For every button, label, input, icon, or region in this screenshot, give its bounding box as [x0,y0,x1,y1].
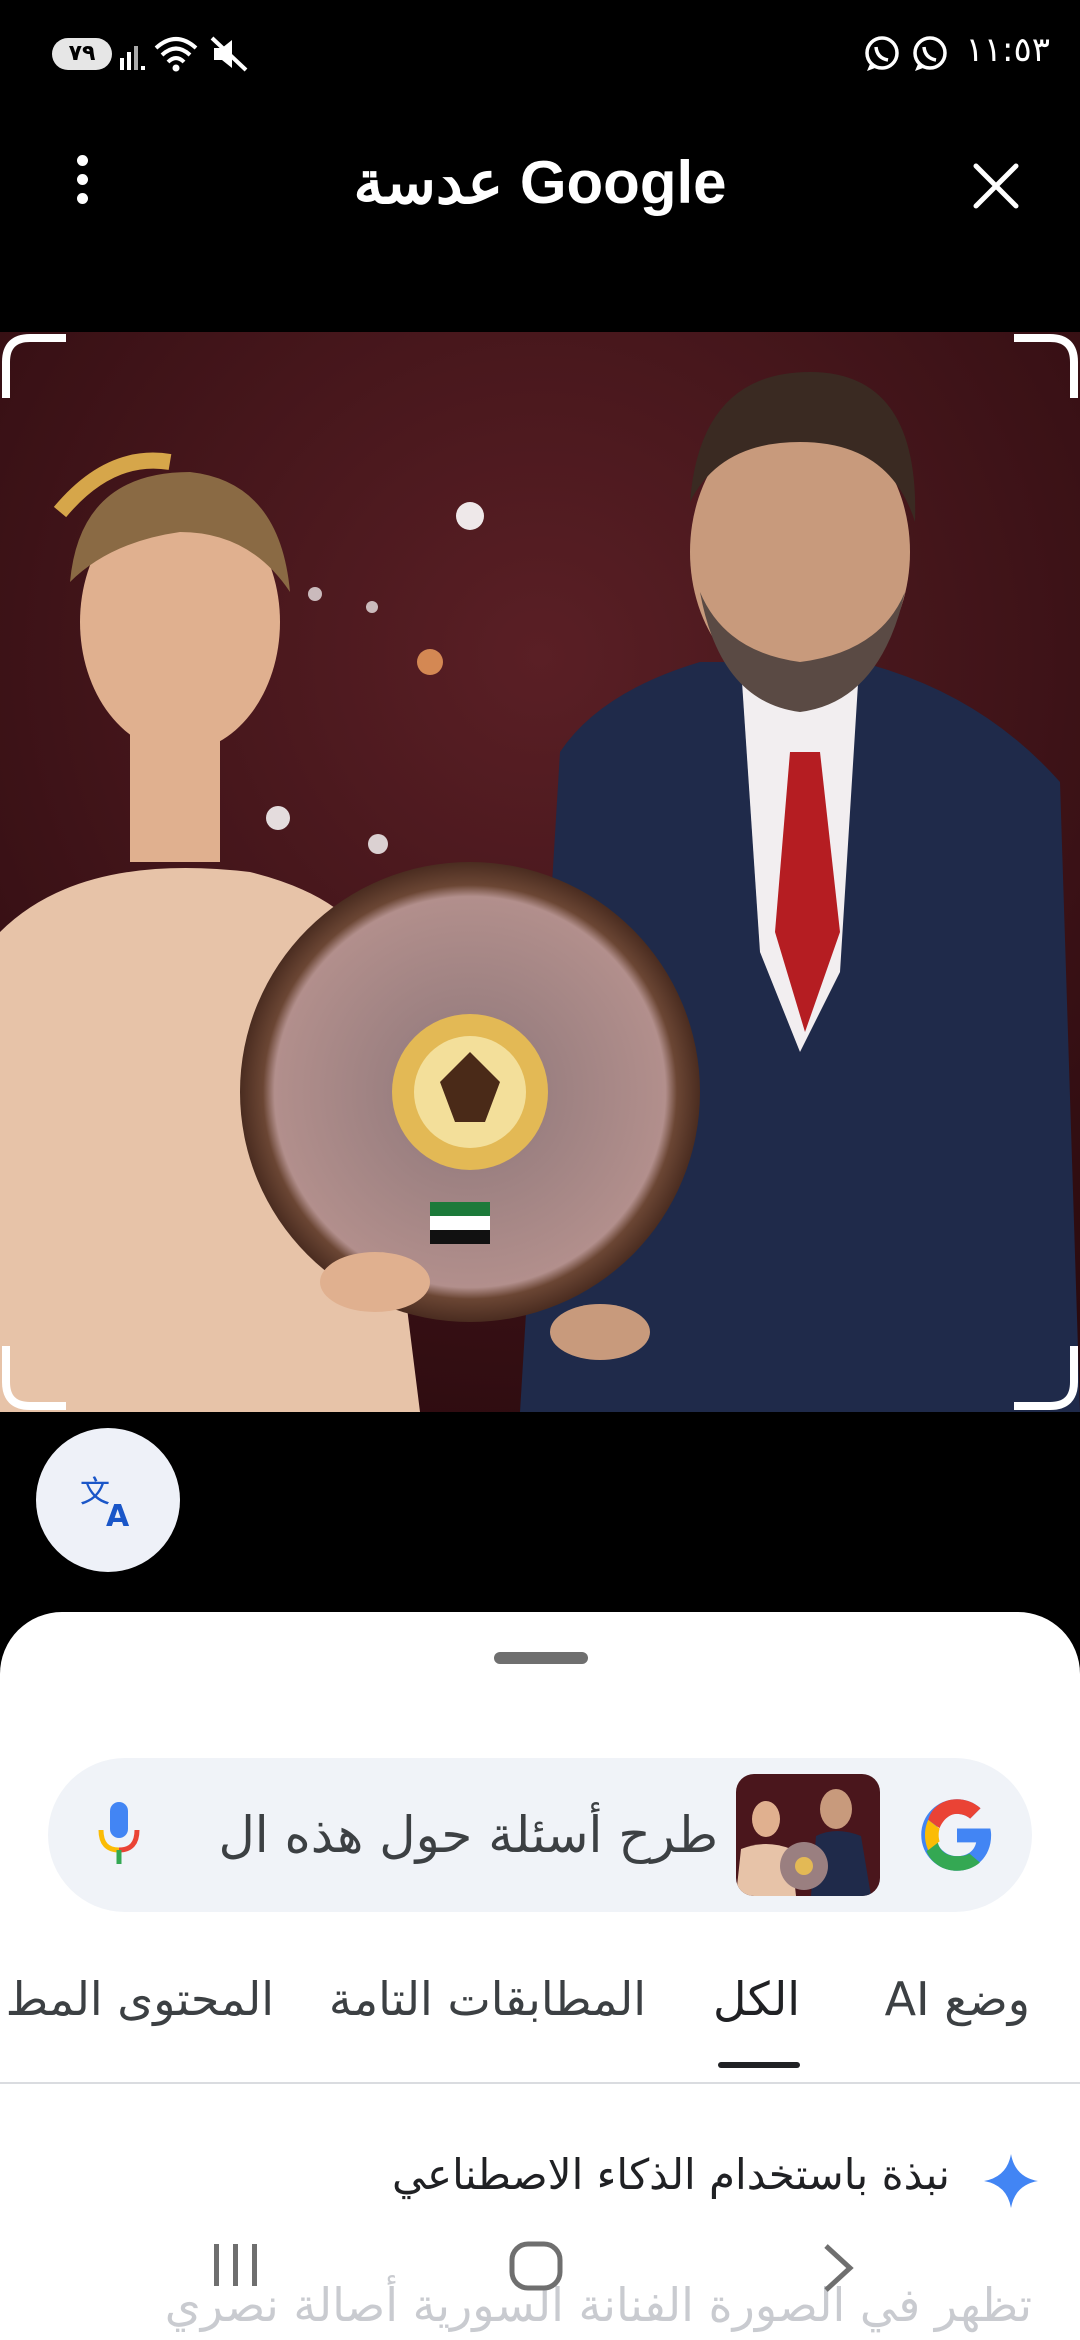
query-image-thumbnail[interactable] [736,1774,880,1896]
whatsapp-icon [913,36,947,71]
search-bar[interactable]: طرح أسئلة حول هذه ال [48,1758,1032,1912]
sheet-drag-handle[interactable] [494,1652,588,1664]
page-title: Google عدسة [353,149,727,216]
lens-image[interactable] [0,332,1080,1412]
close-button[interactable] [966,156,1026,216]
result-tabs: وضع AI الكل المطابقات التامة المحتوى الم… [0,1972,1080,2082]
divider [0,2082,1080,2084]
translate-button[interactable]: 文 A [36,1428,180,1572]
close-icon [973,163,1019,209]
back-button[interactable] [818,2242,858,2294]
tab-ai-mode[interactable]: وضع AI [885,1972,1030,2026]
translate-icon: 文 A [80,1475,130,1532]
crop-handle-top-right[interactable] [1010,332,1080,402]
search-input[interactable]: طرح أسئلة حول هذه ال [198,1796,718,1874]
crop-handle-bottom-left[interactable] [0,1342,70,1412]
mic-icon[interactable] [96,1800,142,1870]
clock: ١١:٥٣ [965,30,1050,70]
results-sheet: طرح أسئلة حول هذه ال وضع AI الكل المطابق… [0,1612,1080,2340]
wifi-icon [154,37,198,72]
ai-overview-snippet: تظهر في الصورة الفنانة السورية أصالة نصر… [164,2278,1032,2332]
tab-selected-indicator [718,2062,800,2068]
home-button[interactable] [508,2240,564,2292]
crop-handle-bottom-right[interactable] [1010,1342,1080,1412]
ai-overview-label[interactable]: نبذة باستخدام الذكاء الاصطناعي [392,2150,950,2199]
battery-indicator: ٧٩ [52,38,112,70]
tab-all[interactable]: الكل [713,1972,800,2026]
tab-visual-matches[interactable]: المحتوى المط [6,1972,274,2026]
tab-exact-matches[interactable]: المطابقات التامة [329,1972,646,2026]
whatsapp-icon [865,36,899,71]
recent-apps-button[interactable] [210,2240,262,2290]
signal-icon [120,46,145,70]
google-g-logo [921,1799,992,1871]
sparkle-icon [984,2154,1038,2208]
status-bar: ٧٩ ١١:٥٣ [0,0,1080,110]
svg-text:A: A [106,1499,130,1532]
mute-icon [210,36,248,72]
crop-handle-top-left[interactable] [0,332,70,402]
photo-illustration [0,332,1080,1412]
